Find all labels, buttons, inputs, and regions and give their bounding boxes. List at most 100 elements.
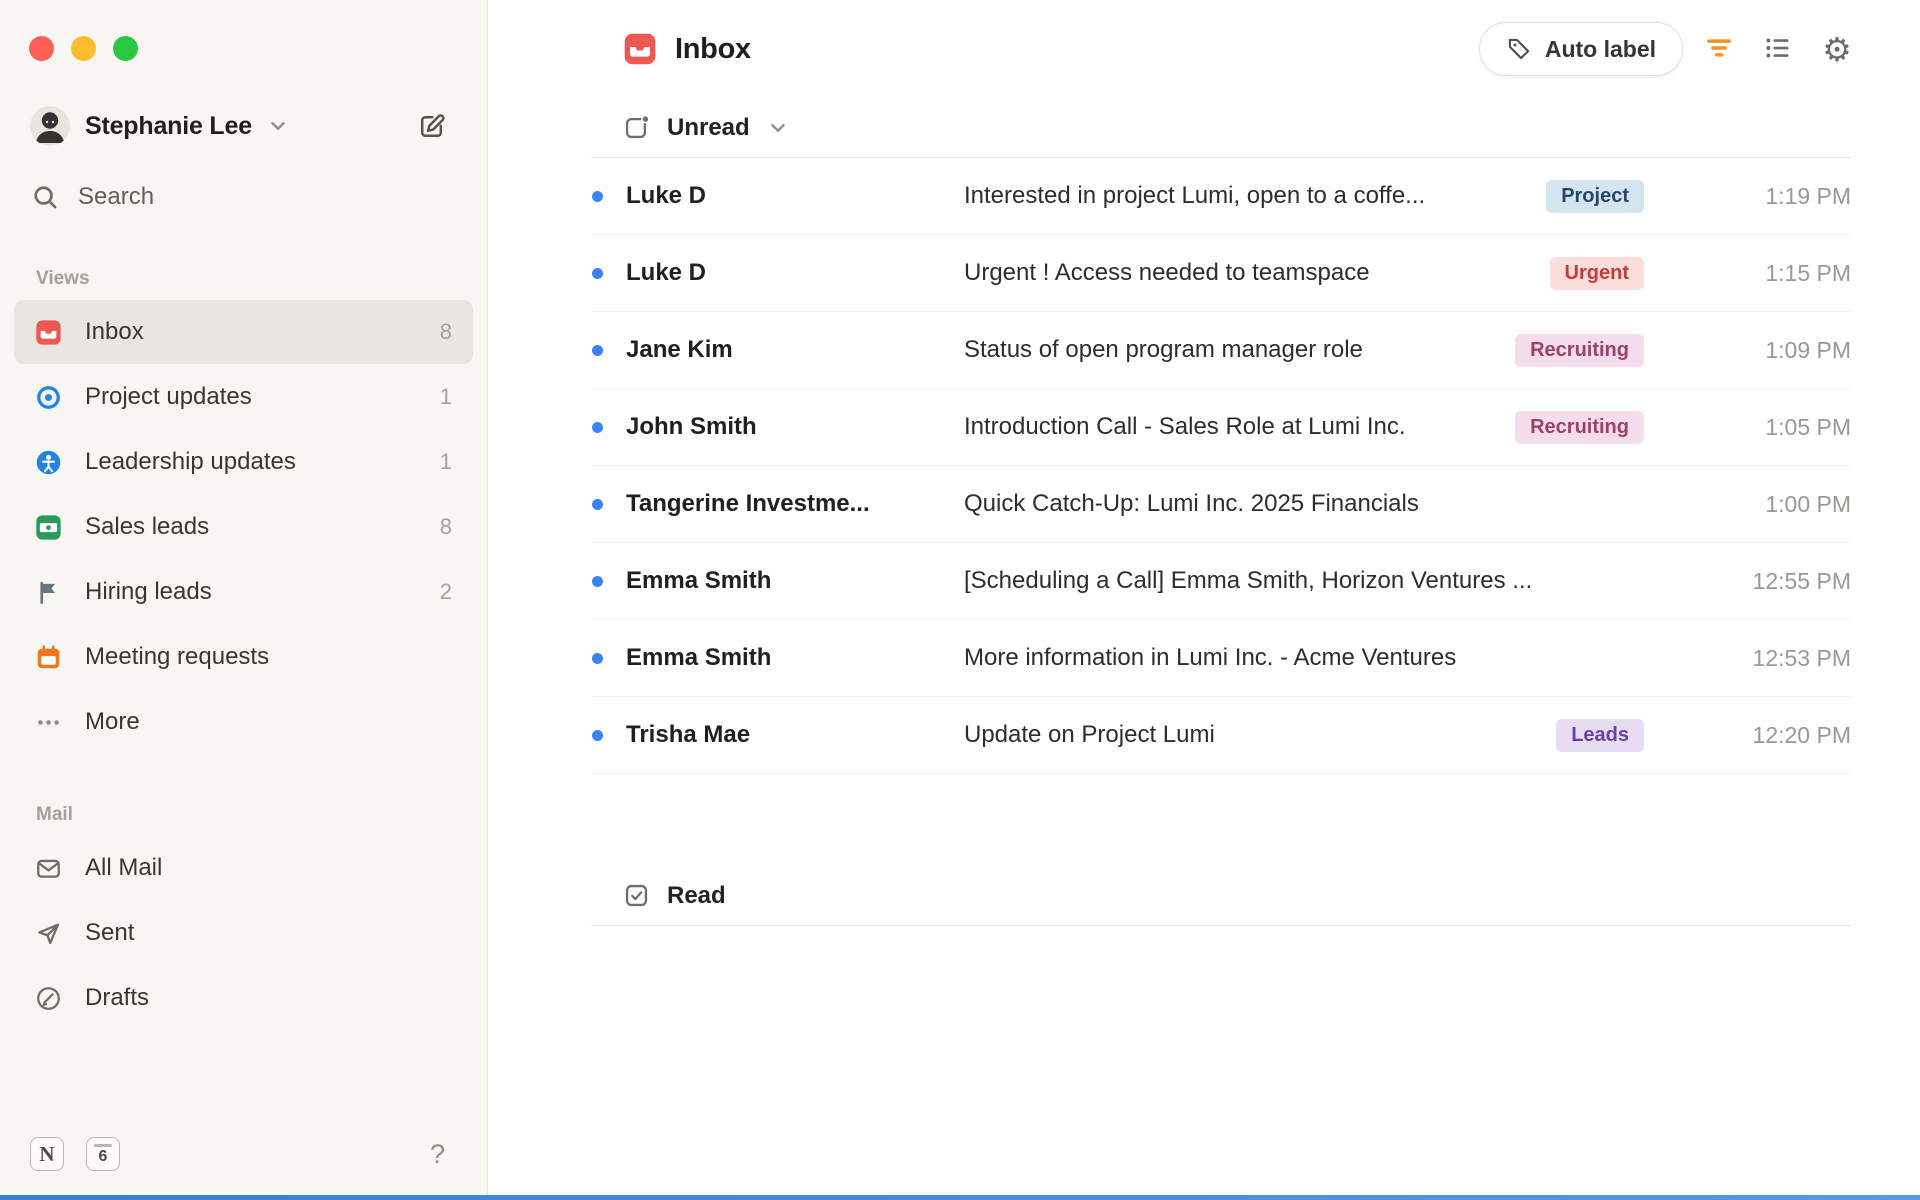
help-button[interactable]: ? (430, 1139, 445, 1170)
chevron-down-icon (767, 117, 789, 139)
sidebar-item-meeting-requests[interactable]: Meeting requests (14, 625, 473, 689)
email-tag-chip[interactable]: Leads (1556, 718, 1644, 752)
send-icon (35, 920, 62, 947)
sidebar-item-count: 1 (439, 449, 452, 474)
flag-icon (35, 579, 62, 606)
compose-button[interactable] (412, 107, 451, 146)
email-tag-chip[interactable]: Recruiting (1515, 333, 1644, 367)
sidebar-item-count: 1 (439, 384, 452, 409)
sidebar-item-hiring-leads[interactable]: Hiring leads 2 (14, 560, 473, 624)
unread-dot (591, 421, 626, 433)
sidebar-item-project-updates[interactable]: Project updates 1 (14, 365, 473, 429)
sidebar-section-items: Inbox 8 Project updates 1 Leadership upd… (0, 300, 487, 754)
email-time: 12:53 PM (1752, 644, 1851, 671)
unread-section-header[interactable]: Unread (591, 98, 1851, 158)
email-row[interactable]: Trisha Mae Update on Project Lumi Leads … (591, 697, 1851, 774)
email-sender: John Smith (626, 413, 757, 440)
filter-button[interactable] (1696, 26, 1742, 72)
sidebar-section: Views Inbox 8 Project updates 1 Leadersh… (0, 268, 487, 754)
sidebar-navigation: Views Inbox 8 Project updates 1 Leadersh… (0, 268, 487, 1030)
sidebar-section-items: All Mail Sent Drafts (0, 836, 487, 1030)
inbox-icon (35, 319, 62, 346)
sidebar-item-inbox[interactable]: Inbox 8 (14, 300, 473, 364)
window-controls (29, 36, 138, 61)
sidebar-item-label: Leadership updates (85, 448, 296, 475)
sidebar-item-all-mail[interactable]: All Mail (14, 836, 473, 900)
sidebar: Stephanie Lee Search Views Inbox 8 Proje… (0, 0, 488, 1195)
calendar-badge[interactable]: 6 (86, 1137, 120, 1171)
header-actions: Auto label ⚙ (1478, 22, 1860, 76)
list-view-button[interactable] (1755, 26, 1801, 72)
zoom-button[interactable] (113, 36, 138, 61)
account-switcher[interactable]: Stephanie Lee (30, 106, 412, 146)
sidebar-item-label: Meeting requests (85, 643, 270, 670)
email-tag-chip[interactable]: Recruiting (1515, 410, 1644, 444)
search-icon (31, 183, 59, 211)
sidebar-section: Mail All Mail Sent Drafts (0, 804, 487, 1030)
sidebar-item-count: 8 (439, 514, 452, 539)
email-subject: Interested in project Lumi, open to a co… (964, 182, 1426, 209)
sidebar-item-count: 2 (439, 579, 452, 604)
email-middle: Introduction Call - Sales Role at Lumi I… (964, 410, 1644, 444)
desktop-edge (0, 1195, 1920, 1200)
unread-dot (591, 344, 626, 356)
notion-badge[interactable]: N (30, 1137, 64, 1171)
email-middle: Status of open program manager role Recr… (964, 333, 1644, 367)
unread-dot (591, 267, 626, 279)
search-button[interactable]: Search (14, 170, 473, 224)
email-row[interactable]: Emma Smith [Scheduling a Call] Emma Smit… (591, 543, 1851, 620)
unread-label: Unread (667, 113, 750, 141)
email-row[interactable]: Emma Smith More information in Lumi Inc.… (591, 620, 1851, 697)
gear-icon: ⚙ (1822, 30, 1852, 68)
email-subject: [Scheduling a Call] Emma Smith, Horizon … (964, 567, 1533, 594)
close-button[interactable] (29, 36, 54, 61)
email-sender: Tangerine Investme... (626, 490, 870, 517)
email-sender: Emma Smith (626, 644, 772, 671)
user-row: Stephanie Lee (0, 100, 487, 152)
filter-icon (1704, 33, 1734, 66)
sidebar-item-label: All Mail (85, 854, 163, 881)
sidebar-item-more[interactable]: More (14, 690, 473, 754)
sidebar-item-sales-leads[interactable]: Sales leads 8 (14, 495, 473, 559)
auto-label-icon (1506, 36, 1532, 62)
sidebar-item-label: Sent (85, 919, 135, 946)
email-row[interactable]: John Smith Introduction Call - Sales Rol… (591, 389, 1851, 466)
minimize-button[interactable] (71, 36, 96, 61)
email-row[interactable]: Luke D Interested in project Lumi, open … (591, 158, 1851, 235)
chevron-down-icon (267, 115, 289, 137)
sidebar-item-sent[interactable]: Sent (14, 901, 473, 965)
list-view-icon (1763, 33, 1793, 66)
email-list-section: Unread Luke D Interested in project Lumi… (488, 98, 1920, 1195)
sidebar-section-label: Mail (36, 804, 73, 825)
sidebar-item-drafts[interactable]: Drafts (14, 966, 473, 1030)
email-time: 1:15 PM (1765, 259, 1851, 286)
sidebar-section-label: Views (36, 268, 90, 289)
email-tag-chip[interactable]: Urgent (1549, 256, 1644, 290)
read-section-header[interactable]: Read (591, 866, 1851, 926)
unread-dot (591, 652, 626, 664)
unread-icon (623, 114, 650, 141)
main-content: Inbox Auto label ⚙ Unread Luke D Interes… (488, 0, 1920, 1195)
email-row[interactable]: Luke D Urgent ! Access needed to teamspa… (591, 235, 1851, 312)
auto-label-text: Auto label (1544, 35, 1656, 62)
sidebar-item-label: Project updates (85, 383, 252, 410)
email-time: 12:55 PM (1752, 567, 1851, 594)
search-label: Search (78, 183, 155, 210)
sidebar-item-label: Inbox (85, 318, 144, 345)
target-icon (35, 384, 62, 411)
email-middle: Quick Catch-Up: Lumi Inc. 2025 Financial… (964, 490, 1644, 518)
settings-button[interactable]: ⚙ (1814, 26, 1860, 72)
email-sender: Jane Kim (626, 336, 733, 363)
read-checkbox-icon (623, 882, 650, 909)
auto-label-button[interactable]: Auto label (1478, 22, 1683, 76)
email-middle: Interested in project Lumi, open to a co… (964, 179, 1644, 213)
email-tag-chip[interactable]: Project (1546, 179, 1644, 213)
email-row[interactable]: Jane Kim Status of open program manager … (591, 312, 1851, 389)
email-subject: Status of open program manager role (964, 336, 1363, 363)
title-wrap: Inbox (623, 32, 751, 66)
sidebar-item-leadership-updates[interactable]: Leadership updates 1 (14, 430, 473, 494)
mail-icon (35, 855, 62, 882)
email-row[interactable]: Tangerine Investme... Quick Catch-Up: Lu… (591, 466, 1851, 543)
read-label: Read (667, 881, 726, 909)
email-middle: More information in Lumi Inc. - Acme Ven… (964, 644, 1644, 672)
